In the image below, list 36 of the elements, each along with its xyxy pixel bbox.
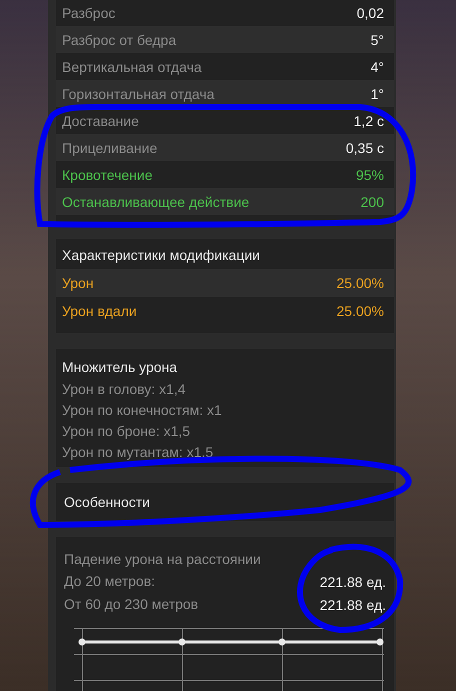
- stat-label: Доставание: [62, 112, 139, 128]
- falloff-value: 221.88 ед.: [320, 596, 386, 612]
- modification-label: Урон: [62, 275, 94, 291]
- multiplier-line: Урон по броне: x1,5: [62, 422, 192, 441]
- multiplier-line: Урон по мутантам: x1,5: [62, 443, 214, 462]
- chart-point: [376, 638, 384, 646]
- modification-value: 25.00%: [336, 275, 384, 291]
- stat-value: 5°: [370, 32, 384, 48]
- stat-label: Кровотечение: [62, 166, 152, 182]
- stat-value: 0,35 с: [346, 140, 384, 156]
- section-title: Множитель урона: [62, 359, 178, 377]
- stat-value: 4°: [370, 58, 384, 74]
- falloff-title: Падение урона на расстоянии: [64, 550, 262, 569]
- stat-value: 200: [360, 194, 384, 210]
- stat-value: 0,02: [356, 5, 384, 21]
- stat-value: 1°: [370, 86, 384, 102]
- modification-value: 25.00%: [336, 303, 384, 319]
- modification-label: Урон вдали: [62, 303, 137, 319]
- falloff-label: От 60 до 230 метров: [64, 595, 198, 614]
- falloff-value: 221.88 ед.: [320, 574, 386, 590]
- stat-label: Горизонтальная отдача: [62, 86, 214, 102]
- stat-value: 95%: [356, 166, 384, 182]
- stat-label: Вертикальная отдача: [62, 58, 202, 74]
- chart-point: [178, 638, 186, 646]
- stat-value: 1,2 с: [354, 112, 384, 128]
- falloff-label: До 20 метров:: [64, 572, 156, 591]
- stat-label: Останавливающее действие: [62, 194, 250, 210]
- chart-point: [78, 638, 86, 646]
- chart-point: [278, 638, 286, 646]
- stat-label: Прицеливание: [62, 140, 158, 156]
- section-title: Характеристики модификации: [61, 247, 262, 265]
- section-title: Особенности: [64, 494, 151, 510]
- stat-label: Разброс: [62, 5, 116, 21]
- multiplier-line: Урон в голову: x1,4: [62, 380, 187, 399]
- stat-label: Разброс от бедра: [62, 32, 176, 48]
- multiplier-line: Урон по конечностям: x1: [62, 401, 223, 420]
